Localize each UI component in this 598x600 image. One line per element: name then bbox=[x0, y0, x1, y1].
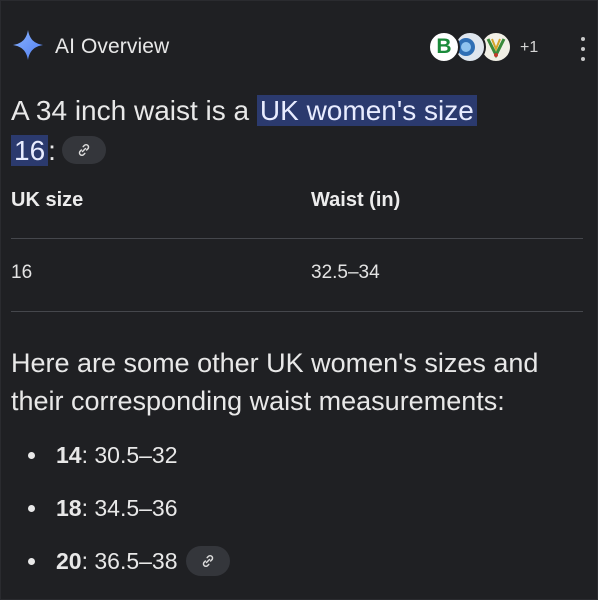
ai-overview-header: AI Overview B +1 bbox=[1, 1, 598, 93]
link-icon bbox=[202, 554, 213, 567]
ai-overview-panel: AI Overview B +1 A 34 inch waist is a UK… bbox=[0, 0, 598, 600]
list-item: 18: 34.5–36 bbox=[23, 491, 230, 544]
table-header-waist: Waist (in) bbox=[311, 189, 401, 211]
answer-highlight: UK women's size bbox=[256, 95, 477, 126]
table-cell-waist: 32.5–34 bbox=[311, 262, 380, 283]
size-waist: : 30.5–32 bbox=[81, 442, 178, 468]
source-favicons[interactable]: B bbox=[428, 31, 518, 65]
answer-text: A 34 inch waist is a UK women's size 16: bbox=[11, 91, 571, 171]
more-sources-count[interactable]: +1 bbox=[520, 39, 538, 57]
citation-link-button[interactable] bbox=[61, 135, 106, 164]
bullet bbox=[28, 505, 35, 512]
source-favicon-letter: B bbox=[436, 35, 452, 58]
list-item: 14: 30.5–32 bbox=[23, 438, 230, 491]
bullet bbox=[28, 558, 35, 565]
table-divider bbox=[11, 311, 583, 312]
bullet bbox=[28, 452, 35, 459]
answer-suffix: : bbox=[48, 135, 56, 166]
answer-highlight-size: 16 bbox=[11, 135, 49, 166]
table-header-uk-size: UK size bbox=[11, 189, 84, 211]
ai-overview-title: AI Overview bbox=[55, 35, 170, 58]
more-vert-icon[interactable] bbox=[579, 37, 587, 61]
source-favicon-b-icon[interactable]: B bbox=[428, 31, 460, 63]
size-list: 14: 30.5–32 18: 34.5–36 20: 36.5–38 bbox=[23, 438, 230, 597]
size-label: 20 bbox=[56, 548, 82, 574]
answer-prefix: A 34 inch waist is a bbox=[11, 95, 257, 126]
table-cell-size: 16 bbox=[11, 262, 33, 283]
other-sizes-intro: Here are some other UK women's sizes and… bbox=[11, 348, 539, 416]
citation-link-button[interactable] bbox=[185, 545, 230, 576]
size-waist: : 34.5–36 bbox=[81, 495, 178, 521]
size-waist: : 36.5–38 bbox=[81, 548, 178, 574]
size-label: 14 bbox=[56, 442, 82, 468]
gemini-sparkle-icon bbox=[13, 30, 43, 60]
size-label: 18 bbox=[56, 495, 82, 521]
list-item: 20: 36.5–38 bbox=[23, 544, 230, 597]
link-icon bbox=[78, 143, 90, 156]
table-divider bbox=[11, 238, 583, 239]
